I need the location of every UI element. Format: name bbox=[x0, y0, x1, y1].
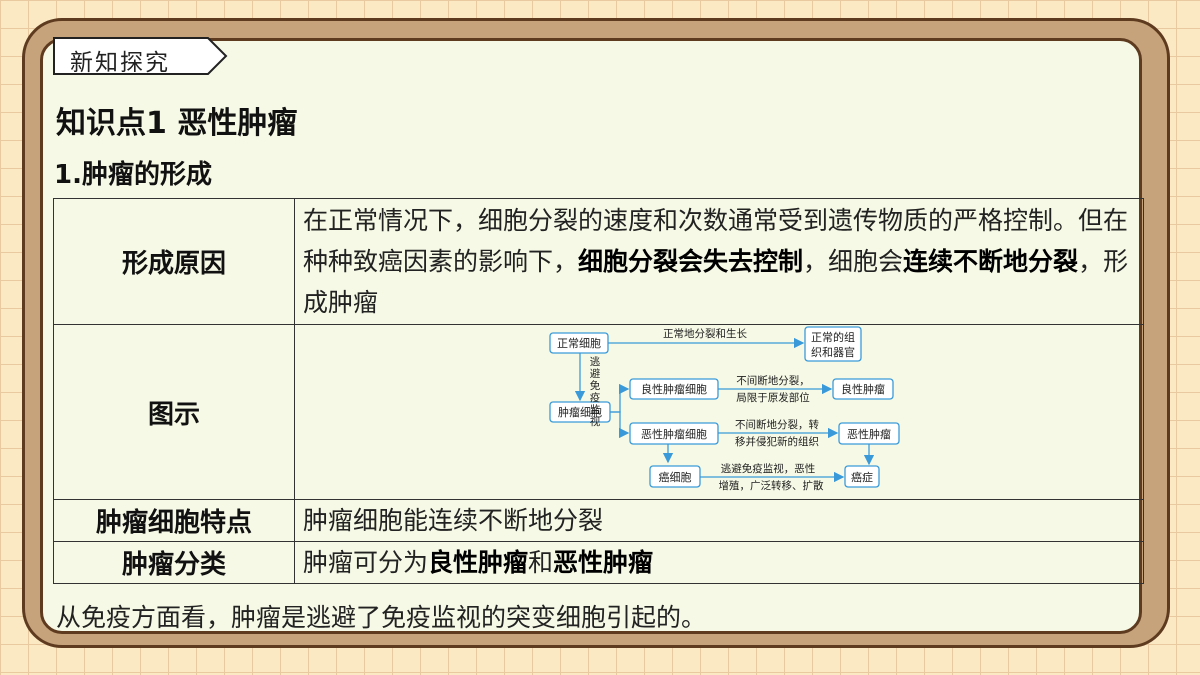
label-cancer-1: 逃避免疫监视，恶性 bbox=[721, 462, 816, 475]
node-cancer-cell: 癌细胞 bbox=[649, 465, 701, 488]
svg-text:免: 免 bbox=[590, 379, 601, 392]
table-row: 图示 正常细胞 正常的组 织和器官 肿瘤细胞 良性肿瘤细胞 良性肿瘤 恶性肿瘤细… bbox=[53, 324, 1144, 500]
row-content-classification: 肿瘤可分为良性肿瘤和恶性肿瘤 bbox=[294, 541, 1144, 584]
node-tumor-cell: 肿瘤细胞 bbox=[549, 401, 611, 423]
label-normal-growth: 正常地分裂和生长 bbox=[663, 327, 747, 340]
label-escape-immune: 逃 避 免 疫 监 视 bbox=[590, 355, 601, 428]
label-malignant-1: 不间断地分裂，转 bbox=[735, 418, 819, 431]
bold-benign: 良性肿瘤 bbox=[428, 548, 529, 577]
label-malignant-2: 移并侵犯新的组织 bbox=[735, 435, 819, 448]
section-tag: 新知探究 bbox=[52, 36, 228, 76]
label-cancer-2: 增殖，广泛转移、扩散 bbox=[719, 479, 824, 492]
tumor-info-table: 形成原因 在正常情况下，细胞分裂的速度和次数通常受到遗传物质的严格控制。但在种种… bbox=[53, 198, 1144, 584]
svg-text:良性肿瘤: 良性肿瘤 bbox=[841, 382, 885, 396]
footer-note: 从免疫方面看，肿瘤是逃避了免疫监视的突变细胞引起的。 bbox=[56, 603, 707, 632]
node-normal-cell: 正常细胞 bbox=[549, 332, 609, 354]
node-malignant-tumor: 恶性肿瘤 bbox=[838, 422, 900, 445]
bold-loss-of-control: 细胞分裂会失去控制 bbox=[578, 247, 804, 276]
arrow-tumor-to-benign bbox=[610, 383, 630, 413]
tumor-formation-diagram: 正常细胞 正常的组 织和器官 肿瘤细胞 良性肿瘤细胞 良性肿瘤 恶性肿瘤细胞 恶… bbox=[549, 326, 900, 492]
row-content-diagram: 正常细胞 正常的组 织和器官 肿瘤细胞 良性肿瘤细胞 良性肿瘤 恶性肿瘤细胞 恶… bbox=[294, 324, 1144, 500]
section-tag-label: 新知探究 bbox=[70, 50, 170, 76]
row-header-diagram: 图示 bbox=[53, 324, 295, 500]
row-content-cause: 在正常情况下，细胞分裂的速度和次数通常受到遗传物质的严格控制。但在种种致癌因素的… bbox=[294, 198, 1144, 325]
svg-text:恶性肿瘤细胞: 恶性肿瘤细胞 bbox=[641, 427, 707, 441]
node-malignant-cell: 恶性肿瘤细胞 bbox=[629, 422, 719, 445]
topic-title: 知识点1 恶性肿瘤 bbox=[56, 106, 298, 141]
arrow-tumor-to-malignant bbox=[610, 411, 630, 439]
svg-text:恶性肿瘤: 恶性肿瘤 bbox=[847, 427, 891, 441]
svg-text:良性肿瘤细胞: 良性肿瘤细胞 bbox=[641, 382, 707, 396]
svg-text:正常细胞: 正常细胞 bbox=[557, 337, 601, 350]
svg-text:视: 视 bbox=[590, 415, 601, 428]
svg-text:正常的组: 正常的组 bbox=[811, 330, 855, 344]
node-cancer: 癌症 bbox=[844, 465, 880, 488]
svg-text:织和器官: 织和器官 bbox=[811, 345, 855, 359]
bold-continuous-division: 连续不断地分裂 bbox=[903, 247, 1079, 276]
svg-text:癌细胞: 癌细胞 bbox=[659, 470, 692, 484]
table-row: 肿瘤细胞特点 肿瘤细胞能连续不断地分裂 bbox=[53, 499, 1144, 542]
bold-malignant: 恶性肿瘤 bbox=[553, 548, 654, 577]
label-benign-1: 不间断地分裂， bbox=[736, 374, 810, 387]
row-header-cause: 形成原因 bbox=[53, 198, 295, 325]
row-content-traits: 肿瘤细胞能连续不断地分裂 bbox=[294, 499, 1144, 542]
svg-text:逃: 逃 bbox=[590, 355, 601, 368]
sub-title: 1.肿瘤的形成 bbox=[54, 160, 212, 190]
label-benign-2: 局限于原发部位 bbox=[736, 391, 810, 404]
svg-text:避: 避 bbox=[590, 367, 601, 380]
node-benign-cell: 良性肿瘤细胞 bbox=[629, 378, 719, 400]
table-row: 形成原因 在正常情况下，细胞分裂的速度和次数通常受到遗传物质的严格控制。但在种种… bbox=[53, 198, 1144, 325]
svg-text:疫: 疫 bbox=[590, 391, 601, 404]
table-row: 肿瘤分类 肿瘤可分为良性肿瘤和恶性肿瘤 bbox=[53, 541, 1144, 584]
row-header-traits: 肿瘤细胞特点 bbox=[53, 499, 295, 542]
svg-text:癌症: 癌症 bbox=[851, 470, 873, 484]
node-normal-tissue: 正常的组 织和器官 bbox=[804, 326, 862, 362]
svg-text:监: 监 bbox=[590, 403, 601, 416]
node-benign-tumor: 良性肿瘤 bbox=[832, 378, 894, 400]
row-header-classification: 肿瘤分类 bbox=[53, 541, 295, 584]
